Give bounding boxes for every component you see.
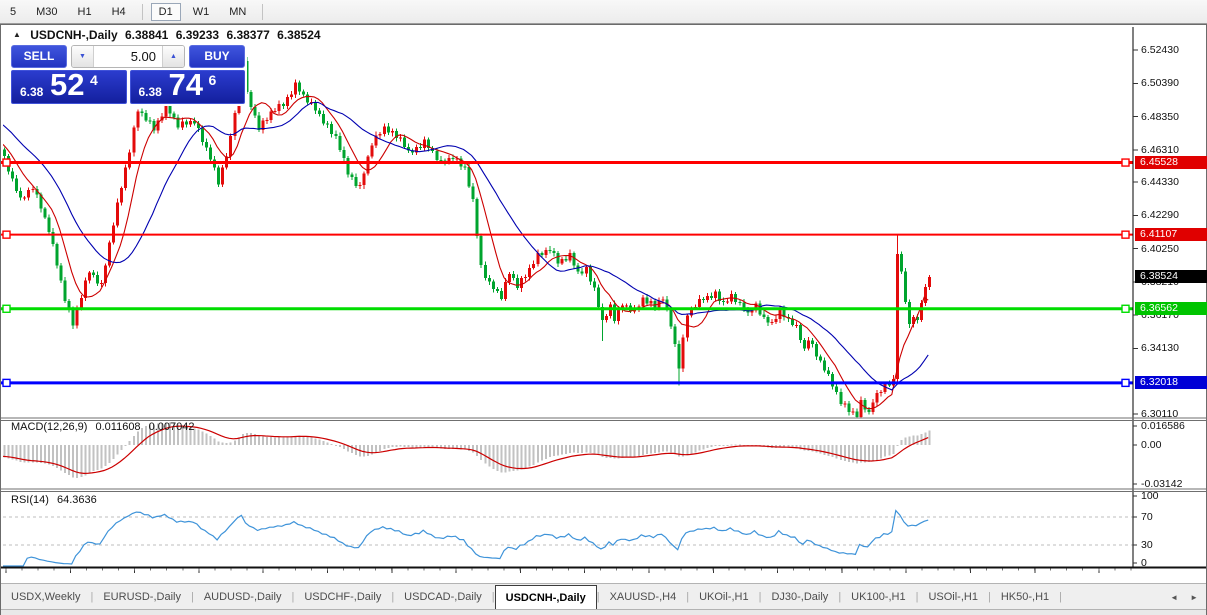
timeframe-button-m30[interactable]: M30	[28, 3, 65, 21]
buy-button[interactable]: BUY	[189, 45, 245, 68]
price-tick-label: 6.48350	[1141, 110, 1179, 123]
timeframe-button-h4[interactable]: H4	[104, 3, 134, 21]
price-level-label: 6.41107	[1135, 228, 1207, 242]
price-level-label: 6.36562	[1135, 302, 1207, 316]
timeframe-button-d1[interactable]: D1	[150, 2, 181, 21]
sell-price-big-digits: 52	[50, 67, 85, 102]
pane-frames	[1, 27, 1206, 573]
buy-price-display[interactable]: 6.38 74 6	[129, 67, 245, 104]
price-tick-label: 6.50390	[1141, 77, 1179, 90]
price-tick-label: 6.44330	[1141, 176, 1179, 189]
price-level-label: 6.45528	[1135, 156, 1207, 170]
chart-window[interactable]: ▲ USDCNH-,Daily 6.38841 6.39233 6.38377 …	[0, 24, 1207, 615]
toolbar-separator	[262, 3, 264, 20]
status-bar	[1, 609, 1206, 615]
scroll-right-icon[interactable]: ►	[1190, 593, 1198, 602]
tab-usdcnh-daily[interactable]: USDCNH-,Daily	[494, 585, 597, 610]
tab-audusd-daily[interactable]: AUDUSD-,Daily	[194, 584, 292, 610]
tab-dj30-daily[interactable]: DJ30-,Daily	[761, 584, 838, 610]
tab-scroll-arrows: ◄ ►	[1158, 584, 1206, 610]
tab-eurusd-daily[interactable]: EURUSD-,Daily	[93, 584, 191, 610]
sell-price-pip-digit: 4	[90, 72, 98, 88]
scroll-left-icon[interactable]: ◄	[1170, 593, 1178, 602]
buy-price-prefix: 6.38	[138, 85, 162, 99]
tab-usdcad-daily[interactable]: USDCAD-,Daily	[394, 584, 492, 610]
hline-6.32018[interactable]	[1, 378, 1133, 388]
rsi-name: RSI(14)	[11, 494, 49, 506]
macd-name: MACD(12,26,9)	[11, 421, 88, 433]
tab-usdchf-daily[interactable]: USDCHF-,Daily	[294, 584, 391, 610]
chart-tabs-bar: USDX,Weekly | EURUSD-,Daily | AUDUSD-,Daily |…	[1, 583, 1206, 610]
timeframe-toolbar: 5 M30 H1 H4 D1 W1 MN	[0, 0, 1207, 24]
mt4-window: 5 M30 H1 H4 D1 W1 MN ▲ USDCNH-,Daily 6.38841 6…	[0, 0, 1207, 615]
sell-button[interactable]: SELL	[11, 45, 67, 68]
ohlc-open: 6.38841	[124, 28, 169, 42]
macd-scale-label: -0.03142	[1141, 478, 1183, 490]
rsi-value: 64.3636	[56, 494, 97, 506]
price-tick-label: 6.40250	[1141, 242, 1179, 255]
tab-ukoil-h1[interactable]: UKOil-,H1	[689, 584, 759, 610]
buy-price-pip-digit: 6	[208, 72, 217, 88]
timeframe-button-5[interactable]: 5	[2, 3, 24, 21]
hline-6.36562[interactable]	[1, 304, 1133, 313]
tab-usoil-h1[interactable]: USOil-,H1	[918, 584, 988, 610]
ma-fast-line[interactable]	[3, 95, 929, 410]
rsi-indicator-label: RSI(14) 64.3636	[11, 494, 102, 506]
macd-indicator-label: MACD(12,26,9) 0.011608 0.007042	[11, 421, 200, 433]
volume-increase-button[interactable]: ▲	[162, 46, 184, 67]
tab-usdx-weekly[interactable]: USDX,Weekly	[1, 584, 90, 610]
buy-price-big-digits: 74	[168, 67, 203, 102]
macd-scale-label: 0.00	[1141, 439, 1162, 451]
ohlc-low: 6.38377	[226, 28, 270, 42]
macd-signal-value: 0.007042	[148, 421, 195, 433]
price-tick-label: 6.46310	[1141, 143, 1179, 156]
ohlc-high: 6.39233	[175, 28, 220, 42]
one-click-trading-panel: SELL ▼ ▲ BUY 6.38 52 4 6.38 74 6	[9, 43, 247, 106]
rsi-scale-label: 0	[1141, 557, 1147, 569]
ma-slow-line[interactable]	[3, 101, 929, 391]
rsi-scale-label: 100	[1141, 490, 1159, 502]
sell-price-display[interactable]: 6.38 52 4	[11, 67, 127, 104]
hline-6.41107[interactable]	[1, 230, 1133, 239]
macd-scale-label: 0.016586	[1141, 420, 1185, 432]
volume-decrease-button[interactable]: ▼	[72, 46, 94, 67]
chart-canvas[interactable]	[1, 25, 1206, 615]
ohlc-close: 6.38524	[277, 28, 321, 42]
tab-separator: |	[1059, 591, 1062, 603]
price-tick-label: 6.30110	[1141, 407, 1179, 420]
volume-stepper: ▼ ▲	[71, 45, 185, 68]
price-tick-label: 6.34130	[1141, 342, 1179, 355]
symbol-period-label: USDCNH-,Daily	[30, 28, 118, 42]
hline-6.45528[interactable]	[1, 158, 1133, 167]
timeframe-button-w1[interactable]: W1	[185, 3, 218, 21]
volume-input[interactable]	[94, 46, 162, 67]
toolbar-separator	[141, 3, 143, 20]
timeframe-button-mn[interactable]: MN	[221, 3, 254, 21]
price-tick-label: 6.42290	[1141, 209, 1179, 222]
price-level-label: 6.32018	[1135, 376, 1207, 390]
collapse-arrow-icon[interactable]: ▲	[13, 30, 21, 39]
chart-title: ▲ USDCNH-,Daily 6.38841 6.39233 6.38377 …	[13, 28, 325, 42]
rsi-scale-label: 70	[1141, 511, 1153, 523]
timeframe-button-h1[interactable]: H1	[70, 3, 100, 21]
tab-uk100-h1[interactable]: UK100-,H1	[841, 584, 915, 610]
macd-main-value: 0.011608	[95, 421, 141, 433]
tab-xauusd-h4[interactable]: XAUUSD-,H4	[600, 584, 687, 610]
tab-hk50-h1[interactable]: HK50-,H1	[991, 584, 1059, 610]
rsi-line	[3, 509, 929, 567]
current-price-label: 6.38524	[1135, 270, 1207, 284]
sell-price-prefix: 6.38	[20, 85, 44, 99]
rsi-scale-label: 30	[1141, 539, 1153, 551]
price-tick-label: 6.52430	[1141, 44, 1179, 56]
